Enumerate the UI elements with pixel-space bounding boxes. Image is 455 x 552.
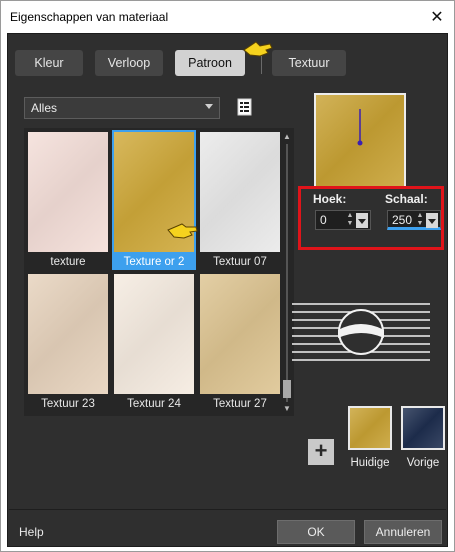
scale-value: 250 <box>392 213 413 227</box>
list-options-icon[interactable] <box>236 97 254 117</box>
pattern-thumbnail <box>28 132 108 252</box>
claudia-logo <box>292 303 430 361</box>
pattern-thumbnail <box>114 274 194 394</box>
previous-label: Vorige <box>406 457 440 469</box>
dialog-body: Kleur Verloop Patroon Textuur Alles text… <box>7 33 448 547</box>
pointing-hand-icon <box>167 223 198 239</box>
pattern-tile-textuur-27[interactable]: Textuur 27 <box>198 272 282 412</box>
chevron-down-icon[interactable] <box>356 213 368 228</box>
tab-textuur[interactable]: Textuur <box>272 50 346 76</box>
add-swatch-button[interactable]: + <box>308 439 334 465</box>
category-dropdown[interactable]: Alles <box>24 97 220 119</box>
pattern-tile-texture-or-2[interactable]: Texture or 2 <box>112 130 196 270</box>
pattern-label: Texture or 2 <box>123 256 185 268</box>
scroll-up-icon[interactable]: ▲ <box>282 132 292 142</box>
pattern-label: Textuur 27 <box>213 398 267 410</box>
title-bar: Eigenschappen van materiaal ✕ <box>1 1 454 33</box>
pattern-label: Textuur 07 <box>213 256 267 268</box>
pattern-tile-texture[interactable]: texture <box>26 130 110 270</box>
angle-spinner[interactable]: 0 ▲ ▼ <box>315 210 371 230</box>
spin-arrows-icon[interactable]: ▲ ▼ <box>416 212 424 228</box>
pattern-tile-textuur-23[interactable]: Textuur 23 <box>26 272 110 412</box>
ok-button[interactable]: OK <box>277 520 355 544</box>
scroll-down-icon[interactable]: ▼ <box>282 404 292 414</box>
angle-value: 0 <box>320 213 327 227</box>
scroll-thumb[interactable] <box>283 380 291 398</box>
chevron-down-icon[interactable] <box>426 213 438 228</box>
scale-spinner[interactable]: 250 ▲ ▼ <box>387 210 441 230</box>
help-link[interactable]: Help <box>19 525 44 539</box>
scroll-track <box>286 144 288 402</box>
pattern-thumbnail <box>200 274 280 394</box>
pattern-label: texture <box>50 256 86 268</box>
angle-scale-group: Hoek: 0 ▲ ▼ Schaal: 250 ▲ ▼ <box>298 186 444 250</box>
gallery-scrollbar[interactable]: ▲ ▼ <box>282 132 292 414</box>
pattern-tile-textuur-24[interactable]: Textuur 24 <box>112 272 196 412</box>
tab-verloop[interactable]: Verloop <box>95 50 163 76</box>
window-title: Eigenschappen van materiaal <box>10 10 169 24</box>
chevron-down-icon <box>205 104 213 109</box>
pattern-label: Textuur 23 <box>41 398 95 410</box>
tab-kleur[interactable]: Kleur <box>15 50 83 76</box>
pointing-hand-icon <box>243 41 273 57</box>
pattern-thumbnail <box>200 132 280 252</box>
angle-indicator-icon <box>357 109 363 146</box>
close-button[interactable]: ✕ <box>426 6 448 28</box>
footer-divider <box>9 509 446 510</box>
cancel-button[interactable]: Annuleren <box>364 520 442 544</box>
current-label: Huidige <box>350 457 390 469</box>
spin-arrows-icon[interactable]: ▲ ▼ <box>346 212 354 228</box>
current-swatch[interactable] <box>348 406 392 450</box>
tab-patroon[interactable]: Patroon <box>175 50 245 76</box>
pattern-preview <box>314 93 406 189</box>
pattern-tile-textuur-07[interactable]: Textuur 07 <box>198 130 282 270</box>
previous-swatch[interactable] <box>401 406 445 450</box>
pattern-gallery: texture Texture or 2 Textuur 07 Textuur … <box>24 128 294 416</box>
category-selected: Alles <box>31 101 58 115</box>
scale-label: Schaal: <box>385 192 428 206</box>
material-properties-dialog: Eigenschappen van materiaal ✕ Kleur Verl… <box>0 0 455 552</box>
pattern-label: Textuur 24 <box>127 398 181 410</box>
pattern-thumbnail <box>28 274 108 394</box>
angle-label: Hoek: <box>313 192 347 206</box>
